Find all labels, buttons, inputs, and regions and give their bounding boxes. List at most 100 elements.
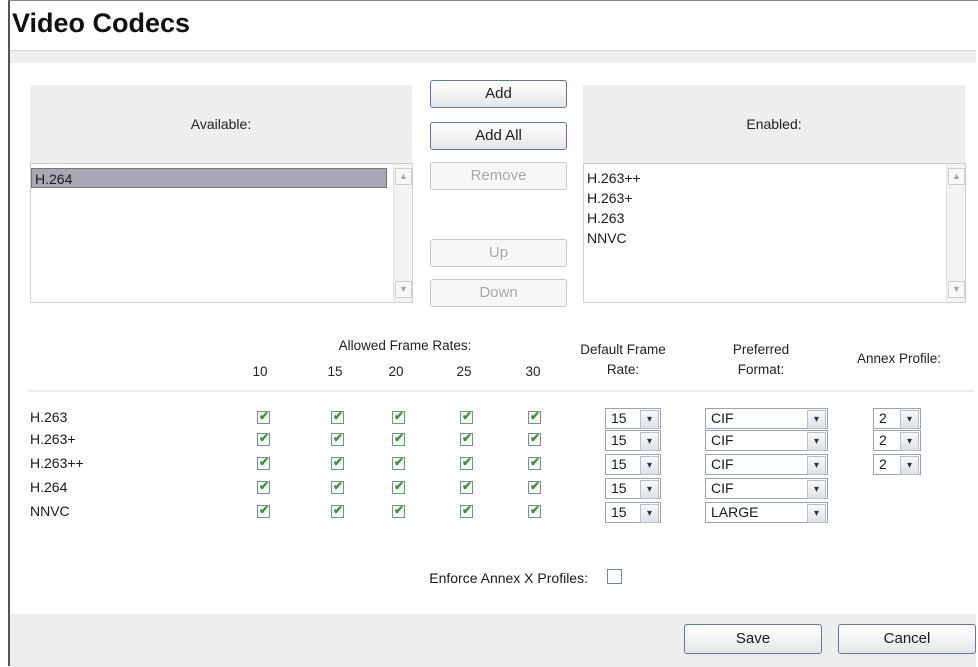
codec-name: NNVC [30,503,70,519]
frame-rate-checkbox[interactable]: ✔ [331,409,344,424]
chevron-down-icon[interactable]: ▾ [640,410,659,429]
chevron-down-icon[interactable]: ▾ [640,480,659,499]
default-frame-rate-select[interactable]: 15 ▾ [605,430,661,451]
frame-rate-checkbox[interactable]: ✔ [392,431,405,446]
frame-rate-checkbox[interactable]: ✔ [392,479,405,494]
default-frame-rate-select[interactable]: 15 ▾ [605,478,661,499]
save-button[interactable]: Save [684,624,822,654]
frame-rate-checkbox[interactable]: ✔ [331,431,344,446]
frame-rate-checkbox[interactable]: ✔ [528,431,541,446]
check-icon: ✔ [530,503,541,517]
frame-rate-checkbox[interactable]: ✔ [331,479,344,494]
frame-rate-checkbox[interactable]: ✔ [257,431,270,446]
frame-rate-checkbox[interactable]: ✔ [392,455,405,470]
frame-rate-checkbox[interactable]: ✔ [257,479,270,494]
preferred-format-select[interactable]: CIF ▾ [705,454,828,475]
check-icon: ✔ [530,431,541,445]
enabled-scrollbar[interactable]: ▲ ▼ [946,164,965,302]
frame-rate-header: 20 [388,364,404,379]
preferred-format-select[interactable]: LARGE ▾ [705,502,828,523]
chevron-down-icon[interactable]: ▾ [807,480,826,499]
allowed-frame-rates-header: Allowed Frame Rates: [338,338,472,353]
default-frame-rate-select-value: 15 [611,410,627,426]
check-icon: ✔ [259,479,270,493]
chevron-down-icon[interactable]: ▾ [640,504,659,523]
annex-profile-select[interactable]: 2 ▾ [873,454,921,475]
frame-rate-checkbox[interactable]: ✔ [257,409,270,424]
frame-rate-checkbox[interactable]: ✔ [528,503,541,518]
preferred-format-select[interactable]: CIF ▾ [705,478,828,499]
check-icon: ✔ [530,455,541,469]
frame-rate-checkbox[interactable]: ✔ [331,503,344,518]
add-button[interactable]: Add [430,80,567,108]
preferred-format-select[interactable]: CIF ▾ [705,430,828,451]
footer-bar [10,614,976,667]
remove-button[interactable]: Remove [430,162,567,190]
chevron-down-icon[interactable]: ▾ [807,456,826,475]
default-frame-rate-select[interactable]: 15 ▾ [605,454,661,475]
list-item[interactable]: H.264 [31,168,387,188]
frame-rate-checkbox[interactable]: ✔ [331,455,344,470]
annex-profile-select[interactable]: 2 ▾ [873,430,921,451]
frame-rate-checkbox[interactable]: ✔ [460,455,473,470]
enforce-annex-checkbox[interactable] [607,569,622,584]
scroll-up-icon[interactable]: ▲ [395,168,412,185]
page-title: Video Codecs [12,8,191,38]
default-frame-rate-select-value: 15 [611,456,627,472]
enabled-header: Enabled: [583,85,965,163]
codec-name: H.264 [30,479,68,495]
enabled-listbox[interactable]: H.263++ H.263+ H.263 NNVC ▲ ▼ [583,163,966,303]
list-item[interactable]: H.263+ [584,188,633,208]
frame-rate-checkbox[interactable]: ✔ [528,409,541,424]
title-divider [10,50,976,63]
up-button[interactable]: Up [430,239,567,267]
list-item[interactable]: H.263 [584,208,624,228]
default-frame-rate-select[interactable]: 15 ▾ [605,408,661,429]
default-frame-rate-select[interactable]: 15 ▾ [605,502,661,523]
chevron-down-icon[interactable]: ▾ [640,456,659,475]
frame-rate-checkbox[interactable]: ✔ [460,409,473,424]
chevron-down-icon[interactable]: ▾ [900,456,919,475]
scroll-down-icon[interactable]: ▼ [395,281,412,298]
check-icon: ✔ [259,409,270,423]
chevron-down-icon[interactable]: ▾ [900,432,919,451]
frame-rate-checkbox[interactable]: ✔ [392,409,405,424]
frame-rate-checkbox[interactable]: ✔ [460,479,473,494]
preferred-format-select[interactable]: CIF ▾ [705,408,828,429]
preferred-format-select-value: CIF [711,480,734,496]
cancel-button[interactable]: Cancel [838,624,976,654]
frame-rate-checkbox[interactable]: ✔ [392,503,405,518]
scroll-down-icon[interactable]: ▼ [948,281,965,298]
down-button[interactable]: Down [430,279,567,307]
frame-rate-checkbox[interactable]: ✔ [528,479,541,494]
check-icon: ✔ [394,409,405,423]
codec-name: H.263+ [30,431,76,447]
check-icon: ✔ [259,431,270,445]
frame-rate-header: 15 [327,364,343,379]
list-item[interactable]: H.263++ [584,168,641,188]
chevron-down-icon[interactable]: ▾ [807,410,826,429]
enabled-label: Enabled: [746,116,802,132]
frame-rate-checkbox[interactable]: ✔ [257,455,270,470]
chevron-down-icon[interactable]: ▾ [807,504,826,523]
add-all-button[interactable]: Add All [430,122,567,150]
chevron-down-icon[interactable]: ▾ [900,410,919,429]
check-icon: ✔ [462,479,473,493]
frame-rate-checkbox[interactable]: ✔ [460,431,473,446]
check-icon: ✔ [394,503,405,517]
default-frame-rate-select-value: 15 [611,432,627,448]
check-icon: ✔ [394,455,405,469]
chevron-down-icon[interactable]: ▾ [640,432,659,451]
check-icon: ✔ [530,409,541,423]
frame-rate-checkbox[interactable]: ✔ [460,503,473,518]
frame-rate-checkbox[interactable]: ✔ [257,503,270,518]
annex-profile-select[interactable]: 2 ▾ [873,408,921,429]
list-item[interactable]: NNVC [584,228,627,248]
default-frame-rate-header: Default Frame Rate: [580,342,666,377]
chevron-down-icon[interactable]: ▾ [807,432,826,451]
frame-rate-checkbox[interactable]: ✔ [528,455,541,470]
available-listbox[interactable]: H.264 ▲ ▼ [30,163,413,303]
scroll-up-icon[interactable]: ▲ [948,168,965,185]
annex-profile-header: Annex Profile: [856,351,942,366]
available-scrollbar[interactable]: ▲ ▼ [393,164,412,302]
